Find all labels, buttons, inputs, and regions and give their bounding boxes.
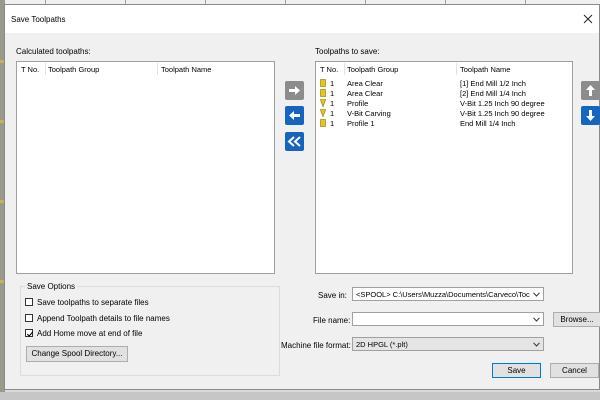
- checkmark-icon: [26, 331, 34, 337]
- row-group: V-Bit Carving: [347, 109, 391, 118]
- table-row[interactable]: 1 Area Clear [1] End Mill 1/2 Inch: [316, 78, 572, 88]
- browse-button[interactable]: Browse...: [553, 312, 600, 327]
- append-details-checkbox[interactable]: [25, 314, 33, 322]
- append-details-label: Append Toolpath details to file names: [37, 314, 170, 323]
- row-name: V-Bit 1.25 Inch 90 degree: [460, 99, 545, 108]
- move-up-button[interactable]: [581, 81, 600, 100]
- separate-files-checkbox[interactable]: [25, 298, 33, 306]
- row-group: Area Clear: [347, 89, 383, 98]
- calculated-list-header: T No. Toolpath Group Toolpath Name: [17, 62, 274, 76]
- save-options-title: Save Options: [25, 282, 78, 291]
- add-toolpath-button[interactable]: [285, 81, 304, 100]
- save-button[interactable]: Save: [492, 363, 541, 378]
- machine-file-format-value: 2D HPGL (*.plt): [356, 340, 408, 349]
- row-tno: 1: [330, 89, 335, 98]
- row-name: [2] End Mill 1/4 Inch: [460, 89, 526, 98]
- row-name: End Mill 1/4 Inch: [460, 119, 516, 128]
- change-spool-directory-button[interactable]: Change Spool Directory...: [26, 346, 128, 362]
- end-mill-icon: [320, 119, 326, 127]
- column-header-name[interactable]: Toolpath Name: [460, 65, 510, 74]
- calculated-toolpaths-label: Calculated toolpaths:: [16, 47, 91, 56]
- cancel-button[interactable]: Cancel: [550, 363, 599, 378]
- background-window-strip: [0, 392, 600, 400]
- table-row[interactable]: 1 Profile V-Bit 1.25 Inch 90 degree: [316, 98, 572, 108]
- column-header-name[interactable]: Toolpath Name: [161, 65, 211, 74]
- home-move-checkbox[interactable]: [25, 329, 34, 337]
- arrow-left-icon: [285, 106, 304, 125]
- toolpaths-to-save-list[interactable]: T No. Toolpath Group Toolpath Name 1 Are…: [315, 61, 573, 274]
- remove-toolpath-button[interactable]: [285, 106, 304, 125]
- home-move-label: Add Home move at end of file: [37, 329, 143, 338]
- table-row[interactable]: 1 V-Bit Carving V-Bit 1.25 Inch 90 degre…: [316, 108, 572, 118]
- save-in-label: Save in:: [318, 291, 347, 300]
- end-mill-icon: [320, 89, 326, 97]
- column-header-tno[interactable]: T No.: [320, 65, 338, 74]
- machine-file-format-label: Machine file format:: [281, 341, 351, 350]
- arrow-up-icon: [581, 81, 600, 100]
- v-bit-icon: [320, 99, 326, 107]
- end-mill-icon: [320, 79, 326, 87]
- calculated-toolpaths-list[interactable]: T No. Toolpath Group Toolpath Name: [16, 61, 275, 274]
- row-tno: 1: [330, 79, 335, 88]
- save-in-value: <SPOOL> C:\Users\Muzza\Documents\Carveco…: [356, 290, 530, 299]
- table-row[interactable]: 1 Profile 1 End Mill 1/4 Inch: [316, 118, 572, 128]
- separate-files-label: Save toolpaths to separate files: [37, 298, 149, 307]
- chevron-down-icon: [533, 342, 540, 347]
- to-save-list-header: T No. Toolpath Group Toolpath Name: [316, 62, 572, 76]
- v-bit-icon: [320, 109, 326, 117]
- row-name: [1] End Mill 1/2 Inch: [460, 79, 526, 88]
- table-row[interactable]: 1 Area Clear [2] End Mill 1/4 Inch: [316, 88, 572, 98]
- double-arrow-left-icon: [285, 132, 304, 151]
- arrow-right-icon: [285, 81, 304, 100]
- dialog-title: Save Toolpaths: [11, 15, 66, 24]
- row-tno: 1: [330, 99, 335, 108]
- row-group: Profile 1: [347, 119, 375, 128]
- column-header-group[interactable]: Toolpath Group: [347, 65, 398, 74]
- row-tno: 1: [330, 119, 335, 128]
- column-header-tno[interactable]: T No.: [21, 65, 39, 74]
- toolpaths-to-save-label: Toolpaths to save:: [315, 47, 380, 56]
- save-in-select[interactable]: <SPOOL> C:\Users\Muzza\Documents\Carveco…: [352, 287, 544, 301]
- row-tno: 1: [330, 109, 335, 118]
- close-icon[interactable]: [581, 12, 595, 26]
- column-header-group[interactable]: Toolpath Group: [48, 65, 99, 74]
- save-toolpaths-dialog: Save Toolpaths Calculated toolpaths: T N…: [4, 4, 600, 390]
- row-group: Area Clear: [347, 79, 383, 88]
- remove-all-toolpaths-button[interactable]: [285, 132, 304, 151]
- arrow-down-icon: [581, 106, 600, 125]
- row-name: V-Bit 1.25 Inch 90 degree: [460, 109, 545, 118]
- chevron-down-icon: [533, 317, 540, 322]
- title-bar: Save Toolpaths: [5, 5, 599, 33]
- chevron-down-icon: [533, 292, 540, 297]
- file-name-label: File name:: [313, 316, 351, 325]
- move-down-button[interactable]: [581, 106, 600, 125]
- machine-file-format-select[interactable]: 2D HPGL (*.plt): [352, 337, 544, 351]
- file-name-combo[interactable]: [352, 312, 544, 326]
- row-group: Profile: [347, 99, 369, 108]
